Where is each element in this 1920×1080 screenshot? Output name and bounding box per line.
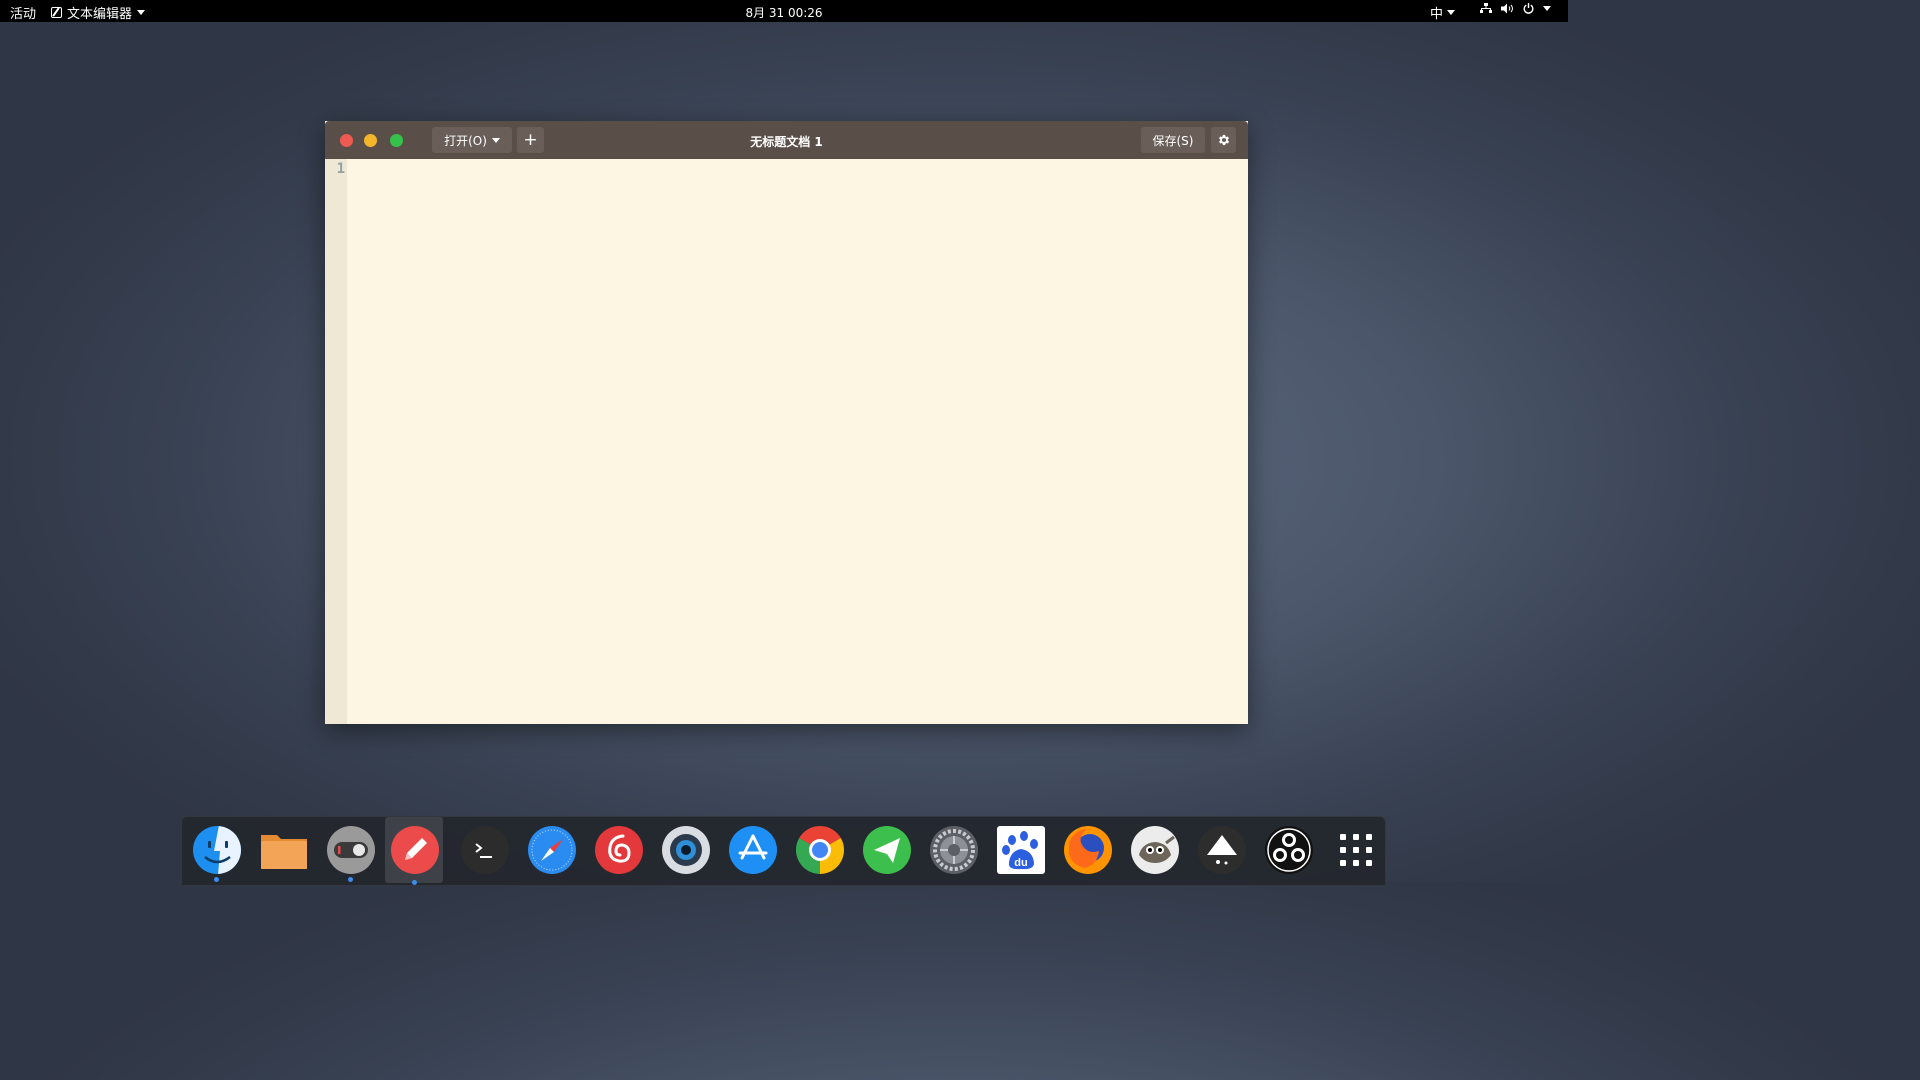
camera-icon	[662, 826, 710, 874]
app-store-icon	[729, 826, 777, 874]
clock[interactable]: 8月 31 00:26	[745, 6, 822, 20]
firefox-icon	[1064, 826, 1112, 874]
dock: du	[181, 816, 1386, 886]
input-method-indicator[interactable]: 中	[1430, 3, 1456, 22]
dock-item-telegram[interactable]	[857, 822, 915, 880]
chrome-icon	[795, 826, 845, 874]
text-editor-window: 打开(O) + 无标题文档 1 保存(S) 1	[325, 121, 1248, 724]
terminal-icon	[461, 826, 509, 874]
text-editor-icon	[51, 7, 62, 18]
input-method-label: 中	[1430, 7, 1444, 22]
open-button-label: 打开(O)	[444, 133, 487, 148]
inkscape-icon	[1198, 826, 1246, 874]
text-area[interactable]	[347, 159, 1248, 724]
running-indicator	[348, 877, 353, 882]
minimize-button[interactable]	[364, 134, 377, 147]
grid-icon	[1340, 834, 1372, 866]
finder-icon	[193, 826, 241, 874]
gear-icon	[1218, 134, 1229, 146]
activities-button[interactable]: 活动	[10, 3, 36, 22]
new-document-button[interactable]: +	[517, 127, 544, 153]
chevron-down-icon	[1543, 6, 1551, 11]
chevron-down-icon	[491, 137, 500, 143]
title-bar[interactable]: 打开(O) + 无标题文档 1 保存(S)	[325, 121, 1248, 159]
paper-plane-icon	[863, 826, 911, 874]
dock-item-obs[interactable]	[1259, 822, 1317, 880]
power-icon	[1523, 3, 1534, 14]
dock-item-firefox[interactable]	[1058, 822, 1116, 880]
plus-icon: +	[523, 130, 538, 150]
app-menu-label: 文本编辑器	[67, 7, 133, 22]
app-menu[interactable]: 文本编辑器	[51, 3, 146, 22]
system-menu[interactable]	[1480, 3, 1551, 14]
running-indicator	[412, 880, 417, 885]
toggle-switch-icon	[327, 826, 375, 874]
dock-item-safari[interactable]	[522, 822, 580, 880]
dock-item-baidu[interactable]: du	[991, 822, 1049, 880]
dock-item-netease-music[interactable]	[589, 822, 647, 880]
dock-item-show-apps[interactable]	[1326, 822, 1384, 880]
baidu-paw-icon: du	[997, 826, 1045, 874]
running-indicator	[214, 877, 219, 882]
line-number-gutter: 1	[325, 159, 347, 724]
chevron-down-icon	[137, 10, 146, 15]
network-icon	[1480, 3, 1492, 13]
dock-item-tweaks[interactable]	[321, 822, 379, 882]
folder-icon	[261, 835, 307, 869]
dock-item-chrome[interactable]	[790, 822, 848, 880]
line-number: 1	[336, 161, 345, 177]
top-bar: 活动 文本编辑器 8月 31 00:26 中	[0, 0, 1568, 22]
netease-music-icon	[595, 826, 643, 874]
dock-item-inkscape[interactable]	[1192, 822, 1250, 880]
close-button[interactable]	[340, 134, 353, 147]
chevron-down-icon	[1447, 10, 1456, 15]
save-button[interactable]: 保存(S)	[1141, 127, 1205, 153]
open-button[interactable]: 打开(O)	[432, 127, 512, 153]
dock-item-finder[interactable]	[187, 822, 245, 882]
gimp-icon	[1131, 826, 1179, 874]
dock-item-gimp[interactable]	[1125, 822, 1183, 880]
obs-icon	[1265, 826, 1313, 874]
menu-button[interactable]	[1211, 127, 1236, 153]
maximize-button[interactable]	[390, 134, 403, 147]
settings-gear-icon	[930, 826, 978, 874]
dock-item-text-editor[interactable]	[385, 817, 443, 885]
compass-icon	[528, 826, 576, 874]
dock-item-camera[interactable]	[656, 822, 714, 880]
dock-item-terminal[interactable]	[455, 822, 513, 880]
volume-icon	[1501, 3, 1513, 14]
dock-item-files[interactable]	[254, 822, 312, 880]
pencil-icon	[391, 826, 439, 874]
dock-item-app-store[interactable]	[723, 822, 781, 880]
svg-text:du: du	[1014, 857, 1027, 869]
save-button-label: 保存(S)	[1152, 133, 1194, 148]
dock-item-system-settings[interactable]	[924, 822, 982, 880]
